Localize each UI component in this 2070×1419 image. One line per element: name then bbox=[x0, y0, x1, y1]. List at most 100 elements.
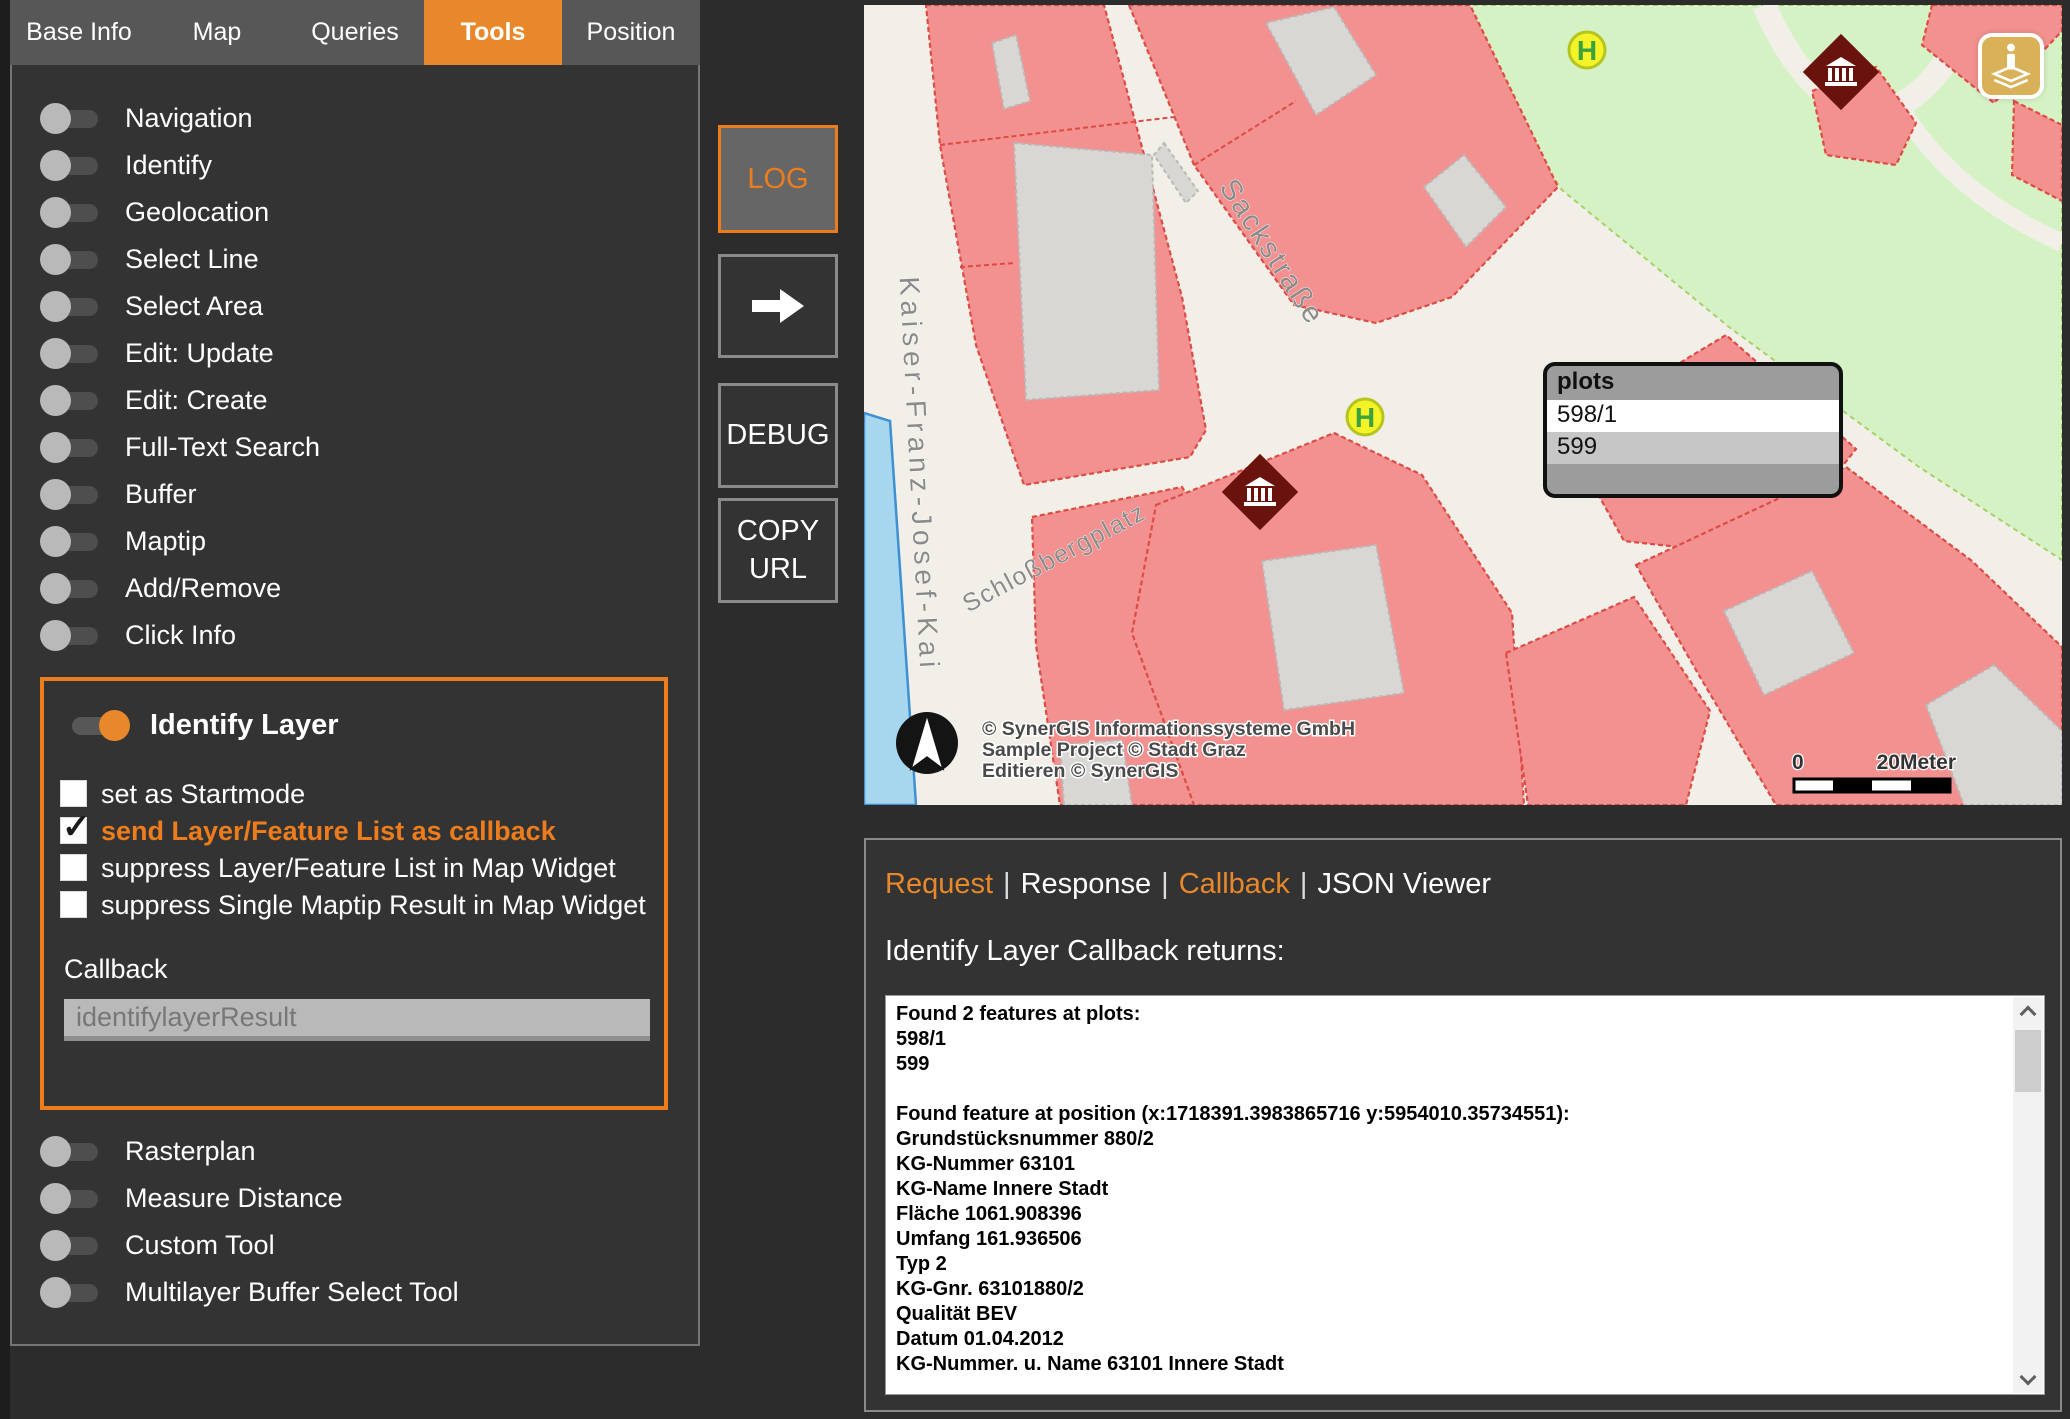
toggle-custom-tool[interactable]: Custom Tool bbox=[12, 1222, 698, 1269]
tooltip-feature-row[interactable]: 599 bbox=[1547, 432, 1839, 464]
h-stop-marker-icon: H bbox=[1569, 32, 1605, 68]
callback-label: Callback bbox=[64, 954, 664, 985]
toggle-switch-icon[interactable] bbox=[42, 627, 98, 645]
log-line: Found 2 features at plots: bbox=[896, 1002, 2010, 1027]
toggle-switch-on-icon[interactable] bbox=[72, 717, 128, 735]
checkbox-suppress-single-maptip[interactable]: suppress Single Maptip Result in Map Wid… bbox=[60, 887, 664, 924]
log-line: Umfang 161.936506 bbox=[896, 1227, 2010, 1252]
toggle-switch-icon[interactable] bbox=[42, 1143, 98, 1161]
toggle-switch-icon[interactable] bbox=[42, 1284, 98, 1302]
tooltip-layer-title: plots bbox=[1547, 366, 1839, 400]
checkbox-checked-icon[interactable]: ✓ bbox=[60, 817, 87, 844]
map-viewport[interactable]: Kaiser-Franz-Josef-Kai Sackstraße Schloß… bbox=[864, 5, 2062, 805]
debug-button[interactable]: DEBUG bbox=[718, 383, 838, 488]
layer-info-button[interactable] bbox=[1978, 33, 2044, 99]
toggle-fulltext-search[interactable]: Full-Text Search bbox=[12, 424, 698, 471]
toggle-add-remove[interactable]: Add/Remove bbox=[12, 565, 698, 612]
log-scrollbar[interactable] bbox=[2013, 997, 2043, 1393]
log-line bbox=[896, 1077, 2010, 1102]
console-heading: Identify Layer Callback returns: bbox=[885, 935, 1285, 968]
svg-text:Editieren © SynerGIS: Editieren © SynerGIS bbox=[982, 760, 1178, 782]
toggle-switch-icon[interactable] bbox=[42, 1237, 98, 1255]
toggle-edit-create[interactable]: Edit: Create bbox=[12, 377, 698, 424]
h-stop-marker-icon: H bbox=[1347, 399, 1383, 435]
svg-text:H: H bbox=[1355, 402, 1375, 433]
log-line: Found feature at position (x:1718391.398… bbox=[896, 1102, 2010, 1127]
map-canvas: Kaiser-Franz-Josef-Kai Sackstraße Schloß… bbox=[864, 5, 2062, 805]
checkbox-unchecked-icon[interactable] bbox=[60, 854, 87, 881]
toolbox-tabbar: Base Info Map Queries Tools Position bbox=[10, 0, 700, 65]
log-line: KG-Gnr. 63101880/2 bbox=[896, 1277, 2010, 1302]
svg-text:20Meter: 20Meter bbox=[1877, 751, 1956, 774]
callback-input[interactable] bbox=[64, 999, 650, 1041]
scrollbar-thumb[interactable] bbox=[2015, 1030, 2041, 1092]
log-line: Datum 01.04.2012 bbox=[896, 1327, 2010, 1352]
toggle-geolocation[interactable]: Geolocation bbox=[12, 189, 698, 236]
toggle-maptip[interactable]: Maptip bbox=[12, 518, 698, 565]
console-tab-request[interactable]: Request bbox=[885, 868, 993, 900]
toggle-switch-icon[interactable] bbox=[42, 533, 98, 551]
log-line: KG-Name Innere Stadt bbox=[896, 1177, 2010, 1202]
checkbox-set-as-startmode[interactable]: set as Startmode bbox=[60, 776, 664, 813]
map-feature-tooltip: plots 598/1 599 bbox=[1543, 362, 1843, 498]
toggle-switch-icon[interactable] bbox=[42, 1190, 98, 1208]
toggle-buffer[interactable]: Buffer bbox=[12, 471, 698, 518]
toggle-switch-icon[interactable] bbox=[42, 204, 98, 222]
compass-icon bbox=[896, 712, 958, 774]
toggle-switch-icon[interactable] bbox=[42, 486, 98, 504]
console-tab-callback[interactable]: Callback bbox=[1179, 868, 1290, 900]
scroll-up-icon[interactable] bbox=[2020, 1006, 2037, 1023]
toggle-switch-icon[interactable] bbox=[42, 298, 98, 316]
console-tab-json-viewer[interactable]: JSON Viewer bbox=[1317, 868, 1491, 900]
identify-layer-box: Identify Layer set as Startmode ✓send La… bbox=[40, 677, 668, 1110]
toggle-switch-icon[interactable] bbox=[42, 157, 98, 175]
scroll-down-icon[interactable] bbox=[2020, 1369, 2037, 1386]
tab-separator: | bbox=[1003, 868, 1011, 900]
toggle-switch-icon[interactable] bbox=[42, 251, 98, 269]
svg-text:Sample Project © Stadt Graz: Sample Project © Stadt Graz bbox=[982, 739, 1246, 761]
toggle-switch-icon[interactable] bbox=[42, 345, 98, 363]
svg-text:© SynerGIS Informationssysteme: © SynerGIS Informationssysteme GmbH bbox=[982, 718, 1355, 740]
map-courtyard bbox=[1014, 143, 1159, 400]
toggle-measure-distance[interactable]: Measure Distance bbox=[12, 1175, 698, 1222]
tab-separator: | bbox=[1161, 868, 1169, 900]
log-button[interactable]: LOG bbox=[718, 125, 838, 233]
toggle-select-area[interactable]: Select Area bbox=[12, 283, 698, 330]
run-arrow-button[interactable] bbox=[718, 254, 838, 358]
console-tab-response[interactable]: Response bbox=[1021, 868, 1152, 900]
tool-toggle-list-bottom: Rasterplan Measure Distance Custom Tool … bbox=[12, 1128, 698, 1316]
svg-text:H: H bbox=[1577, 35, 1597, 66]
toggle-rasterplan[interactable]: Rasterplan bbox=[12, 1128, 698, 1175]
toggle-select-line[interactable]: Select Line bbox=[12, 236, 698, 283]
arrow-right-icon bbox=[746, 286, 810, 326]
copy-url-button[interactable]: COPY URL bbox=[718, 498, 838, 603]
callback-log-output[interactable]: Found 2 features at plots: 598/1 599 Fou… bbox=[885, 995, 2045, 1395]
log-line: KG-Nummer 63101 bbox=[896, 1152, 2010, 1177]
tab-queries[interactable]: Queries bbox=[286, 0, 424, 65]
toggle-switch-icon[interactable] bbox=[42, 110, 98, 128]
checkbox-unchecked-icon[interactable] bbox=[60, 780, 87, 807]
log-line: KG-Nummer. u. Name 63101 Innere Stadt bbox=[896, 1352, 2010, 1377]
toggle-switch-icon[interactable] bbox=[42, 439, 98, 457]
tab-tools[interactable]: Tools bbox=[424, 0, 562, 65]
toggle-switch-icon[interactable] bbox=[42, 580, 98, 598]
identify-layer-options: set as Startmode ✓send Layer/Feature Lis… bbox=[60, 776, 664, 924]
checkbox-unchecked-icon[interactable] bbox=[60, 891, 87, 918]
toggle-click-info[interactable]: Click Info bbox=[12, 612, 698, 659]
toggle-switch-icon[interactable] bbox=[42, 392, 98, 410]
toggle-identify[interactable]: Identify bbox=[12, 142, 698, 189]
log-text: Found 2 features at plots: 598/1 599 Fou… bbox=[886, 1002, 2010, 1377]
toggle-navigation[interactable]: Navigation bbox=[12, 95, 698, 142]
checkbox-send-layer-feature-list[interactable]: ✓send Layer/Feature List as callback bbox=[60, 813, 664, 850]
tab-map[interactable]: Map bbox=[148, 0, 286, 65]
toggle-identify-layer[interactable]: Identify Layer bbox=[72, 709, 664, 742]
tab-base-info[interactable]: Base Info bbox=[10, 0, 148, 65]
tool-toggle-list: Navigation Identify Geolocation Select L… bbox=[12, 95, 698, 659]
window-edge bbox=[0, 0, 10, 1419]
tooltip-feature-row[interactable]: 598/1 bbox=[1547, 400, 1839, 432]
checkbox-suppress-layer-feature-list[interactable]: suppress Layer/Feature List in Map Widge… bbox=[60, 850, 664, 887]
tab-position[interactable]: Position bbox=[562, 0, 700, 65]
toggle-multilayer-buffer[interactable]: Multilayer Buffer Select Tool bbox=[12, 1269, 698, 1316]
log-line: 598/1 bbox=[896, 1027, 2010, 1052]
toggle-edit-update[interactable]: Edit: Update bbox=[12, 330, 698, 377]
